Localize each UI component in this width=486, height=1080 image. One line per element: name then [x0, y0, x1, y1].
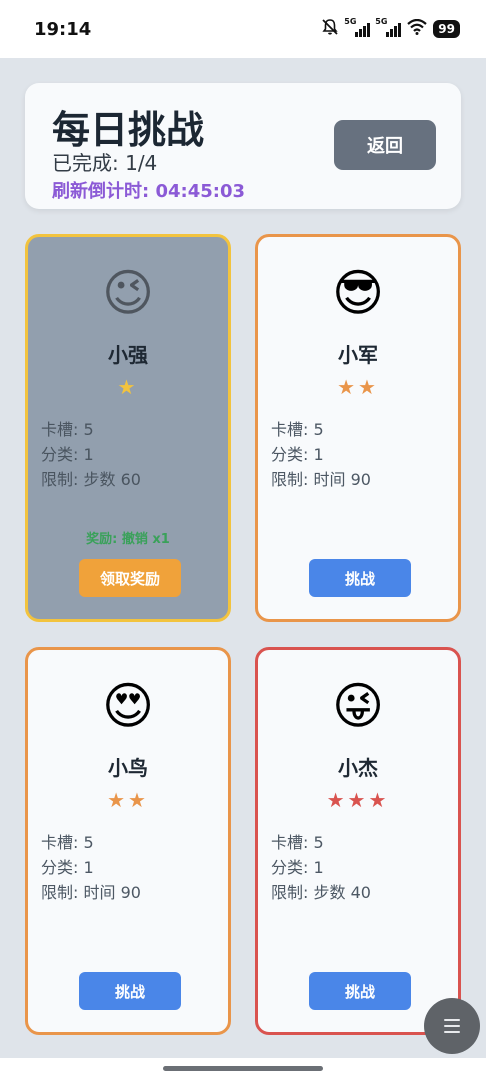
winking-face-icon: 😉 — [101, 264, 155, 322]
limit-text: 限制: 时间 90 — [41, 883, 141, 902]
slots-text: 卡槽: 5 — [271, 833, 324, 852]
bell-off-icon — [321, 18, 339, 40]
challenge-card-xiaoniao: 😍 小鸟 ★★ 卡槽: 5 分类: 1 限制: 时间 90 挑战 — [25, 647, 231, 1035]
limit-text: 限制: 步数 40 — [271, 883, 371, 902]
back-button[interactable]: 返回 — [334, 120, 436, 170]
floating-menu-button[interactable] — [424, 998, 480, 1054]
slots-text: 卡槽: 5 — [271, 420, 324, 439]
category-text: 分类: 1 — [41, 858, 94, 877]
difficulty-stars: ★★ — [107, 788, 149, 812]
slots-text: 卡槽: 5 — [41, 833, 94, 852]
card-stats: 卡槽: 5 分类: 1 限制: 步数 60 — [41, 417, 141, 492]
refresh-countdown: 刷新倒计时: 04:45:03 — [52, 181, 246, 202]
challenge-button[interactable]: 挑战 — [79, 972, 181, 1010]
progress-text: 已完成: 1/4 — [52, 151, 158, 175]
card-name: 小杰 — [338, 756, 378, 780]
network-label: 5G — [344, 17, 357, 26]
menu-icon — [444, 1019, 460, 1021]
challenge-card-xiaoqiang: 😉 小强 ★ 卡槽: 5 分类: 1 限制: 步数 60 奖励: 撤销 x1 领… — [25, 234, 231, 622]
status-bar: 19:14 5G 5G 99 — [0, 0, 486, 58]
category-text: 分类: 1 — [271, 445, 324, 464]
challenge-button[interactable]: 挑战 — [309, 559, 411, 597]
status-icons: 5G 5G 99 — [321, 17, 460, 40]
limit-text: 限制: 步数 60 — [41, 470, 141, 489]
signal-icon: 5G — [375, 17, 402, 37]
card-name: 小军 — [338, 343, 378, 367]
home-indicator[interactable] — [163, 1066, 323, 1071]
difficulty-stars: ★ — [117, 375, 139, 399]
status-time: 19:14 — [34, 18, 92, 40]
wifi-icon — [407, 18, 428, 39]
card-name: 小鸟 — [108, 756, 148, 780]
battery-icon: 99 — [433, 20, 460, 38]
challenge-button[interactable]: 挑战 — [309, 972, 411, 1010]
card-stats: 卡槽: 5 分类: 1 限制: 时间 90 — [271, 417, 371, 492]
difficulty-stars: ★★★ — [326, 788, 390, 812]
card-stats: 卡槽: 5 分类: 1 限制: 步数 40 — [271, 830, 371, 905]
category-text: 分类: 1 — [41, 445, 94, 464]
card-name: 小强 — [108, 343, 148, 367]
card-stats: 卡槽: 5 分类: 1 限制: 时间 90 — [41, 830, 141, 905]
challenge-card-xiaojun: 😎 小军 ★★ 卡槽: 5 分类: 1 限制: 时间 90 挑战 — [255, 234, 461, 622]
limit-text: 限制: 时间 90 — [271, 470, 371, 489]
slots-text: 卡槽: 5 — [41, 420, 94, 439]
winking-tongue-face-icon: 😜 — [331, 677, 385, 735]
difficulty-stars: ★★ — [337, 375, 379, 399]
heart-eyes-face-icon: 😍 — [101, 677, 155, 735]
claim-reward-button[interactable]: 领取奖励 — [79, 559, 181, 597]
signal-icon: 5G — [344, 17, 371, 37]
category-text: 分类: 1 — [271, 858, 324, 877]
challenge-card-xiaojie: 😜 小杰 ★★★ 卡槽: 5 分类: 1 限制: 步数 40 挑战 — [255, 647, 461, 1035]
sunglasses-face-icon: 😎 — [331, 264, 385, 322]
reward-text: 奖励: 撤销 x1 — [86, 532, 170, 547]
header-card: 每日挑战 已完成: 1/4 刷新倒计时: 04:45:03 返回 — [25, 83, 461, 209]
network-label: 5G — [375, 17, 388, 26]
page-title: 每日挑战 — [52, 108, 205, 152]
